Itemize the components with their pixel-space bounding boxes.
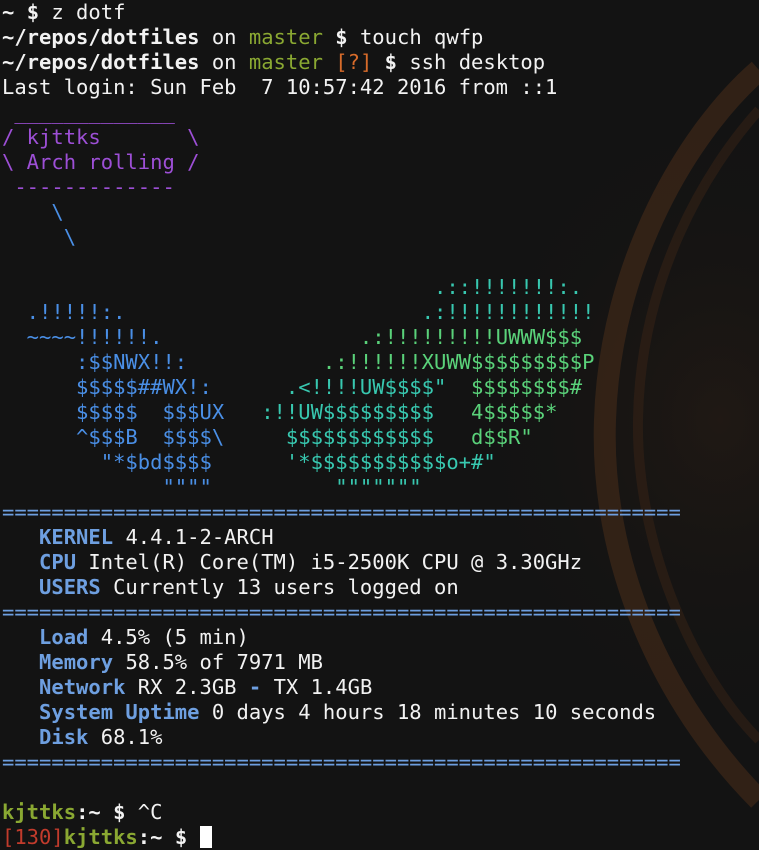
remote-prompt-active[interactable]: [130]kjttks:~ $: [2, 825, 759, 850]
history-line-1: ~ $ z dotf: [2, 0, 126, 24]
history-line-2: ~/repos/dotfiles on master $ touch qwfp: [2, 25, 484, 49]
disk-stat: Disk 68.1%: [39, 725, 163, 749]
kernel-info: KERNEL 4.4.1-2-ARCH: [39, 525, 274, 549]
last-login-line: Last login: Sun Feb 7 10:57:42 2016 from…: [2, 75, 558, 99]
logo-line-8: "*$bd$$$$ '*$$$$$$$$$$$o+#": [2, 450, 496, 474]
text-cursor[interactable]: [199, 826, 212, 848]
users-info: USERS Currently 13 users logged on: [39, 575, 459, 599]
logo-line-2: .!!!!!:. .:!!!!!!!!!!!!: [2, 300, 595, 324]
separator-top: ========================================…: [2, 500, 681, 524]
speech-bubble-name: / kjttks \: [2, 125, 200, 149]
separator-middle: ========================================…: [2, 600, 681, 624]
logo-line-6: $$$$$ $$$UX :!!UW$$$$$$$$$ 4$$$$$*: [2, 400, 558, 424]
uptime-stat: System Uptime 0 days 4 hours 18 minutes …: [39, 700, 657, 724]
network-stat: Network RX 2.3GB - TX 1.4GB: [39, 675, 373, 699]
speech-bubble-bottom: -------------: [2, 175, 175, 199]
git-status-indicator: [?]: [335, 50, 373, 74]
speech-bubble-tail-2: \: [2, 225, 77, 249]
logo-line-7: ^$$$B $$$$\ $$$$$$$$$$$$ d$$R": [2, 425, 533, 449]
logo-line-4: :$$NWX!!: .:!!!!!!XUWW$$$$$$$$$P: [2, 350, 595, 374]
terminal[interactable]: ~ $ z dotf ~/repos/dotfiles on master $ …: [2, 0, 759, 850]
exit-code: [130]: [2, 825, 64, 849]
separator-bottom: ========================================…: [2, 750, 681, 774]
speech-bubble-top: _____________: [2, 100, 175, 124]
logo-line-5: $$$$$##WX!: .<!!!!UW$$$$" $$$$$$$$#: [2, 375, 583, 399]
load-stat: Load 4.5% (5 min): [39, 625, 249, 649]
logo-line-3: ~~~~!!!!!!. .:!!!!!!!!!UWWW$$$: [2, 325, 583, 349]
speech-bubble-message: \ Arch rolling /: [2, 150, 200, 174]
speech-bubble-tail-1: \: [2, 200, 64, 224]
memory-stat: Memory 58.5% of 7971 MB: [39, 650, 323, 674]
remote-prompt-1: kjttks:~ $ ^C: [2, 800, 163, 824]
logo-line-9: """" """"""": [2, 475, 422, 499]
history-line-3: ~/repos/dotfiles on master [?] $ ssh des…: [2, 50, 546, 74]
logo-blank: [2, 250, 759, 275]
logo-line-1: .::!!!!!!!:.: [2, 275, 583, 299]
cpu-info: CPU Intel(R) Core(TM) i5-2500K CPU @ 3.3…: [39, 550, 583, 574]
